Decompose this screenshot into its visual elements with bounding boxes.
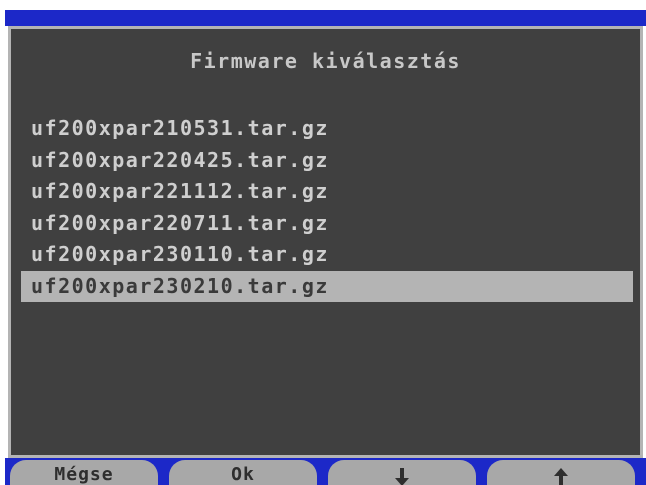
up-button[interactable] (487, 460, 635, 485)
firmware-file-item[interactable]: uf200xpar230110.tar.gz (21, 239, 633, 271)
firmware-file-item[interactable]: uf200xpar220425.tar.gz (21, 145, 633, 177)
arrow-up-icon (554, 468, 568, 485)
cancel-button-label: Mégse (54, 464, 114, 485)
down-button[interactable] (328, 460, 476, 485)
firmware-select-screen: Firmware kiválasztás uf200xpar210531.tar… (8, 26, 643, 458)
arrow-down-icon (395, 468, 409, 485)
ok-button-label: Ok (231, 464, 255, 485)
screen-title: Firmware kiválasztás (190, 49, 461, 73)
cancel-button[interactable]: Mégse (10, 460, 158, 485)
firmware-file-item[interactable]: uf200xpar221112.tar.gz (21, 176, 633, 208)
top-frame-bar (5, 10, 646, 26)
ok-button[interactable]: Ok (169, 460, 317, 485)
softkey-bar: Mégse Ok (5, 458, 646, 485)
firmware-file-item[interactable]: uf200xpar210531.tar.gz (21, 113, 633, 145)
firmware-file-list: uf200xpar210531.tar.gz uf200xpar220425.t… (21, 113, 633, 302)
firmware-file-item-selected[interactable]: uf200xpar230210.tar.gz (21, 270, 633, 302)
firmware-file-item[interactable]: uf200xpar220711.tar.gz (21, 208, 633, 240)
